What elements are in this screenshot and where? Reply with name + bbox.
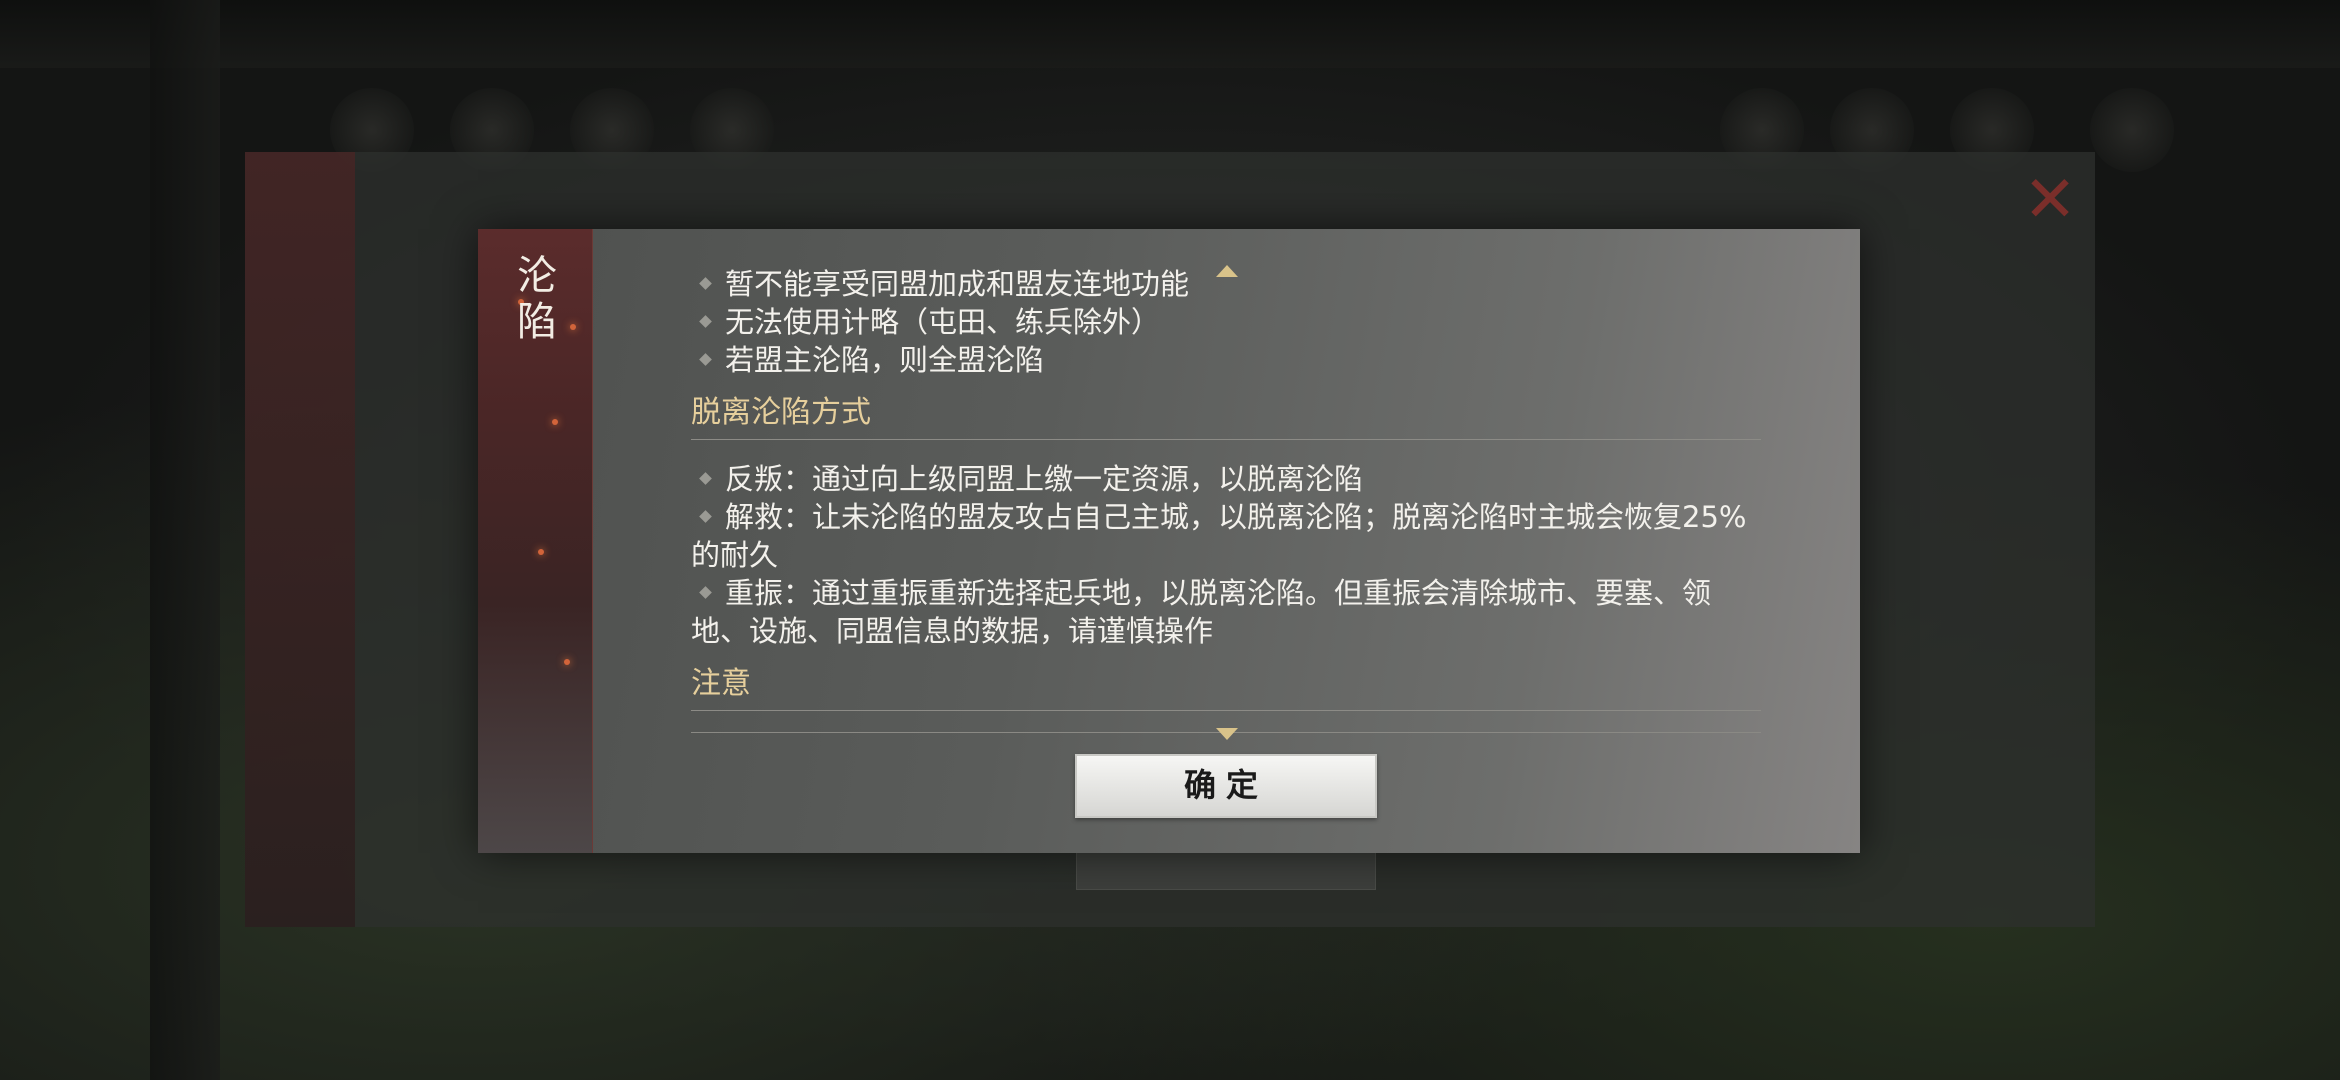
bg-sidebar <box>150 0 220 1080</box>
bg-panel-banner <box>245 152 355 927</box>
section-title-escape: 脱离沦陷方式 <box>691 393 1761 440</box>
list-item: 暂不能享受同盟加成和盟友连地功能 <box>691 265 1761 303</box>
list-item: 解救：让未沦陷的盟友攻占自己主城，以脱离沦陷；脱离沦陷时主城会恢复25%的耐久 <box>691 498 1761 574</box>
method-text: 解救：让未沦陷的盟友攻占自己主城，以脱离沦陷；脱离沦陷时主城会恢复25%的耐久 <box>691 500 1747 572</box>
method-text: 重振：通过重振重新选择起兵地，以脱离沦陷。但重振会清除城市、要塞、领地、设施、同… <box>691 576 1712 648</box>
dialog-title: 沦陷 <box>517 253 557 345</box>
bullet-icon <box>699 277 712 290</box>
section-title-notice: 注意 <box>691 664 1761 711</box>
method-text: 反叛：通过向上级同盟上缴一定资源，以脱离沦陷 <box>725 462 1364 496</box>
list-item: 无法使用计略（屯田、练兵除外） <box>691 303 1761 341</box>
close-icon: ✕ <box>2023 163 2077 237</box>
list-item: 反叛：通过向上级同盟上缴一定资源，以脱离沦陷 <box>691 460 1761 498</box>
fallen-info-dialog: 沦陷 暂不能享受同盟加成和盟友连地功能 无法使用计略（屯田、练兵除外） 若盟主沦… <box>478 229 1860 853</box>
effect-text: 若盟主沦陷，则全盟沦陷 <box>725 343 1045 377</box>
ember-decoration <box>570 324 576 330</box>
list-item: 若盟主沦陷，则全盟沦陷 <box>691 341 1761 379</box>
effect-text: 无法使用计略（屯田、练兵除外） <box>725 305 1161 339</box>
bullet-icon <box>699 315 712 328</box>
ember-decoration <box>552 419 558 425</box>
effects-list: 暂不能享受同盟加成和盟友连地功能 无法使用计略（屯田、练兵除外） 若盟主沦陷，则… <box>691 265 1761 379</box>
scroll-down-arrow-icon[interactable] <box>1216 728 1238 740</box>
escape-methods-list: 反叛：通过向上级同盟上缴一定资源，以脱离沦陷 解救：让未沦陷的盟友攻占自己主城，… <box>691 460 1761 650</box>
top-resource-bar <box>0 0 2340 68</box>
dialog-content[interactable]: 暂不能享受同盟加成和盟友连地功能 无法使用计略（屯田、练兵除外） 若盟主沦陷，则… <box>691 265 1761 711</box>
effect-text: 暂不能享受同盟加成和盟友连地功能 <box>725 267 1190 301</box>
ember-decoration <box>538 549 544 555</box>
confirm-button[interactable]: 确定 <box>1075 754 1377 818</box>
list-item: 重振：通过重振重新选择起兵地，以脱离沦陷。但重振会清除城市、要塞、领地、设施、同… <box>691 574 1761 650</box>
ember-decoration <box>564 659 570 665</box>
bg-menu-icon <box>2090 88 2174 172</box>
bullet-icon <box>699 353 712 366</box>
